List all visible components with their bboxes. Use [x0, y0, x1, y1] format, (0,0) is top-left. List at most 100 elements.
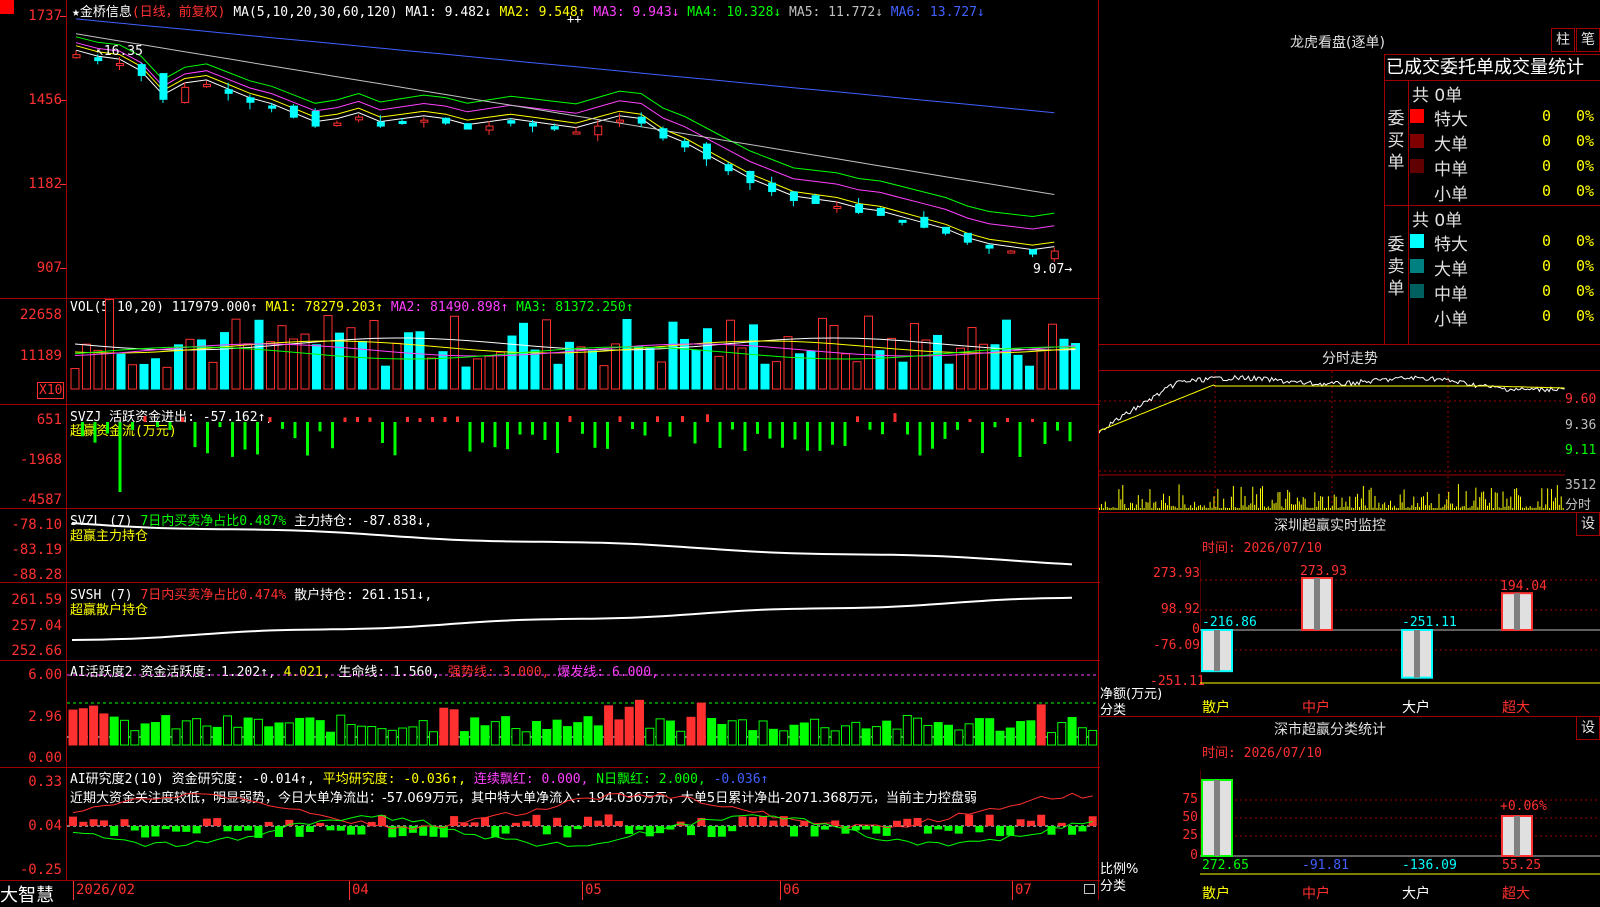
svzl-chart[interactable]: [67, 509, 1098, 582]
flow-bar: [431, 417, 434, 422]
svzj-chart[interactable]: [67, 405, 1098, 508]
volume-bar: [1013, 354, 1023, 390]
research-bar: [934, 826, 943, 830]
intraday-vol-bar: [1277, 492, 1279, 510]
activity-bar: [562, 726, 572, 746]
volume-bar: [105, 299, 114, 390]
candle: [115, 63, 124, 67]
intraday-vol-bar: [1170, 506, 1172, 510]
ai-research-chart[interactable]: [67, 768, 1098, 880]
intraday-vol-bar: [1539, 506, 1541, 510]
volume-bar: [875, 350, 885, 390]
volume-chart[interactable]: [67, 299, 1098, 404]
volume-bar: [657, 361, 666, 390]
flow-bar: [981, 422, 984, 454]
intraday-vol-bar: [1360, 498, 1362, 510]
volume-bar: [461, 366, 471, 390]
realtime-time: 时间: 2026/07/10: [1202, 541, 1322, 556]
flow-bar: [156, 422, 159, 428]
intraday-vol-bar: [1533, 507, 1535, 510]
activity-bar: [1067, 716, 1077, 746]
classify-settings-button[interactable]: 设: [1576, 716, 1600, 740]
svsh-chart[interactable]: [67, 583, 1098, 660]
flow-bar: [281, 422, 284, 429]
intraday-vol-bar: [1512, 507, 1514, 510]
candle: [72, 54, 81, 59]
volume-bar: [852, 361, 862, 390]
intraday-vol-bar: [1347, 506, 1349, 510]
volume-unit: X10: [37, 382, 65, 399]
lock-icon[interactable]: [1084, 884, 1095, 894]
intraday-vol-bar: [1351, 507, 1353, 510]
intraday-vol-bar: [1166, 505, 1168, 510]
intraday-vol-bar: [1560, 496, 1562, 510]
net-bar-shade: [1414, 630, 1420, 678]
flow-bar: [131, 422, 134, 430]
classify-chart[interactable]: 272.65 -91.81 -136.09 55.25: [1200, 770, 1600, 900]
intraday-vol-bar: [1349, 496, 1351, 510]
activity-bar: [768, 728, 778, 746]
intraday-vol-bar: [1333, 494, 1335, 510]
pen-view-button[interactable]: 笔: [1576, 28, 1600, 52]
intraday-vol-bar: [1409, 507, 1411, 510]
intraday-vol-bar: [1556, 485, 1558, 510]
realtime-chart[interactable]: -216.86 273.93 -251.11 194.04: [1200, 560, 1600, 710]
x-tick: 05: [585, 882, 602, 898]
research-bar: [923, 826, 932, 834]
intraday-vol-bar: [1294, 504, 1296, 510]
activity-bar: [841, 725, 850, 746]
intraday-vol-bar: [1106, 507, 1108, 510]
ma-line: [75, 36, 1055, 218]
intraday-vol-bar: [1176, 507, 1178, 510]
intraday-vol-bar: [1209, 501, 1211, 510]
research-bar: [635, 826, 644, 830]
y-tick: 1182: [28, 176, 62, 192]
research-bar: [202, 818, 211, 826]
research-bar: [1088, 816, 1097, 826]
research-bar: [1068, 826, 1077, 835]
intraday-vol-bar: [1341, 497, 1343, 510]
intraday-vol-bar: [1368, 489, 1370, 510]
research-bar: [89, 819, 98, 826]
intraday-vol-bar: [1310, 507, 1312, 510]
activity-bar: [789, 724, 799, 746]
intraday-vol-bar: [1174, 506, 1176, 510]
intraday-vol-bar: [1131, 503, 1133, 510]
intraday-vol-bar: [1407, 507, 1409, 510]
intraday-vol-bar: [1128, 507, 1130, 510]
intraday-vol-bar: [1358, 507, 1360, 510]
ai-active-chart[interactable]: [67, 661, 1098, 767]
intraday-chart[interactable]: [1099, 371, 1565, 511]
flow-bar: [356, 417, 359, 422]
flow-bar: [593, 422, 597, 448]
flow-bar: [118, 422, 122, 492]
candle: [550, 126, 559, 130]
realtime-settings-button[interactable]: 设: [1576, 512, 1600, 536]
flow-bar: [468, 422, 472, 452]
intraday-vol-bar: [1374, 495, 1376, 510]
flow-bar: [368, 417, 372, 422]
activity-bar: [511, 728, 521, 746]
intraday-vol-bar: [1155, 501, 1157, 510]
intraday-vol-bar: [1232, 485, 1234, 510]
bar-view-button[interactable]: 柱: [1551, 28, 1575, 52]
flow-bar: [218, 422, 222, 428]
intraday-vol-bar: [1289, 492, 1291, 510]
volume-bar: [312, 344, 321, 390]
category-label: 超大: [1502, 700, 1530, 716]
research-bar: [470, 822, 479, 826]
volume-bar: [484, 355, 494, 390]
candlestick-chart[interactable]: [67, 0, 1098, 298]
volume-bar: [691, 349, 701, 390]
research-bar: [347, 826, 356, 835]
activity-bar: [974, 718, 984, 746]
intraday-vol-bar: [1293, 504, 1294, 510]
activity-bar: [604, 705, 614, 746]
y-tick: -1968: [19, 452, 62, 468]
volume-bar: [450, 315, 459, 390]
y-tick: -78.10: [11, 517, 62, 533]
volume-bar: [1036, 349, 1046, 390]
flow-bar: [731, 422, 734, 430]
category-label: 大户: [1402, 700, 1430, 716]
flow-bar: [556, 422, 559, 453]
